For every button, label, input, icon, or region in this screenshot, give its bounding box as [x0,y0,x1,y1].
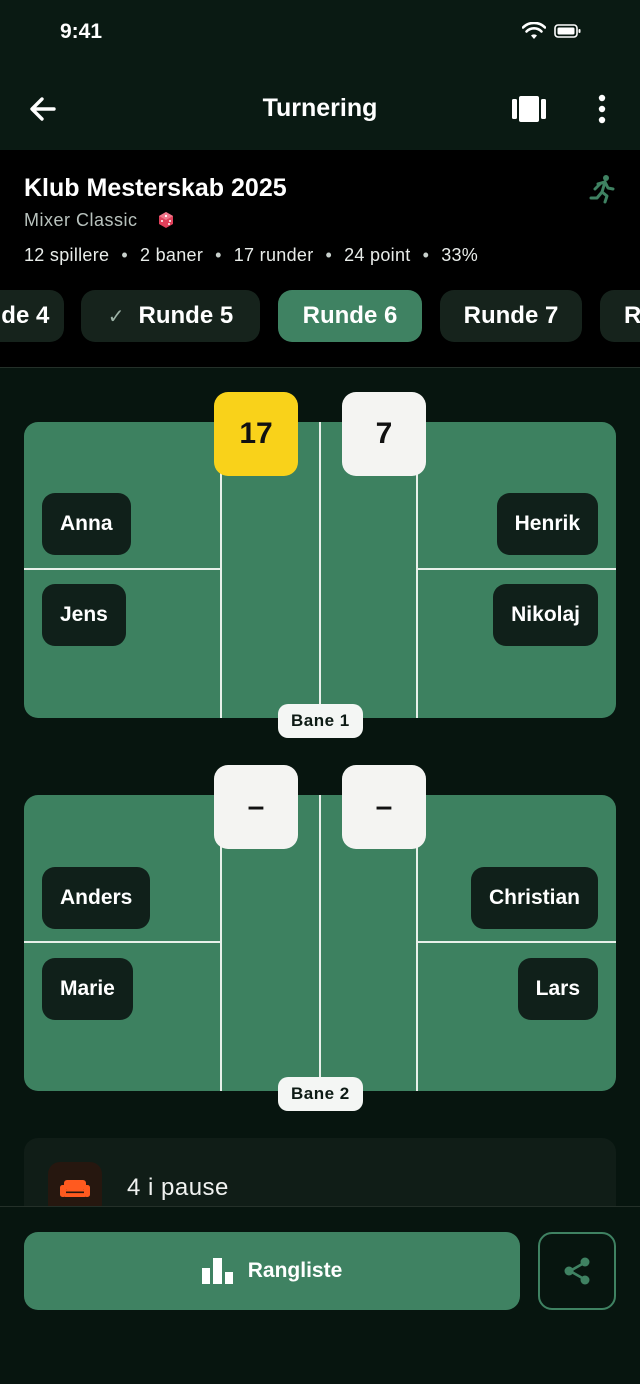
tournament-header: Klub Mesterskab 2025 Mixer Classic 12 sp… [0,150,640,280]
court-label: Bane 1 [278,704,363,738]
round-chip-8[interactable]: Runde 8 [600,290,640,342]
player-chip[interactable]: Jens [42,584,126,646]
tournament-format: Mixer Classic [24,210,138,230]
tournament-name: Klub Mesterskab 2025 [24,174,287,202]
dice-icon [159,212,173,228]
court-line [319,422,321,718]
bottom-action-bar: Rangliste [0,1206,640,1384]
round-chip-7[interactable]: Runde 7 [440,290,582,342]
tournament-stats: 12 spillere • 2 baner • 17 runder • 24 p… [24,245,478,266]
stat-players: 12 spillere [24,245,110,265]
stat-rounds: 17 runder [233,245,314,265]
sofa-icon [60,1180,90,1197]
score-left[interactable]: – [214,765,298,849]
court-label: Bane 2 [278,1077,363,1111]
score-right[interactable]: 7 [342,392,426,476]
stat-separator: • [325,245,333,265]
court-view-icon[interactable] [512,94,546,124]
running-icon[interactable] [588,174,616,204]
court-1: Anna Jens Henrik Nikolaj Bane 1 [24,422,616,738]
stat-courts: 2 baner [139,245,204,265]
player-chip[interactable]: Anna [42,493,131,555]
court-line [319,795,321,1091]
leaderboard-label: Rangliste [247,1259,343,1282]
share-button[interactable] [538,1232,616,1310]
court-line [417,568,616,570]
round-selector: Runde 4 ✓ Runde 5 Runde 6 Runde 7 Runde … [0,280,640,368]
court-2: Anders Marie Christian Lars Bane 2 [24,795,616,1111]
round-chip-6[interactable]: Runde 6 [278,290,422,342]
court-line [24,941,221,943]
check-icon: ✓ [107,305,125,328]
score-right[interactable]: – [342,765,426,849]
round-chip-4[interactable]: Runde 4 [0,290,64,342]
stat-separator: • [121,245,128,265]
share-icon [564,1257,590,1285]
stat-separator: • [422,245,430,265]
player-chip[interactable]: Christian [470,867,598,929]
player-chip[interactable]: Marie [42,958,133,1020]
stat-points: 24 point [344,245,411,265]
round-chip-5[interactable]: ✓ Runde 5 [81,290,260,342]
wifi-icon [522,22,546,39]
leaderboard-button[interactable]: Rangliste [24,1232,520,1310]
stat-progress: 33% [441,245,479,265]
player-chip[interactable]: Lars [517,958,598,1020]
app-bar: Turnering [0,70,640,150]
stat-separator: • [215,245,222,265]
player-chip[interactable]: Anders [42,867,151,929]
status-time: 9:41 [60,20,103,43]
divider [0,367,640,368]
status-bar: 9:41 [0,0,640,70]
battery-icon [554,24,581,38]
court-line [24,568,221,570]
more-vertical-icon[interactable] [590,92,614,126]
pause-count: 4 i pause [127,1174,229,1201]
player-chip[interactable]: Henrik [496,493,598,555]
bar-chart-icon [201,1258,233,1284]
court-line [417,941,616,943]
player-chip[interactable]: Nikolaj [493,584,598,646]
score-left[interactable]: 17 [214,392,298,476]
